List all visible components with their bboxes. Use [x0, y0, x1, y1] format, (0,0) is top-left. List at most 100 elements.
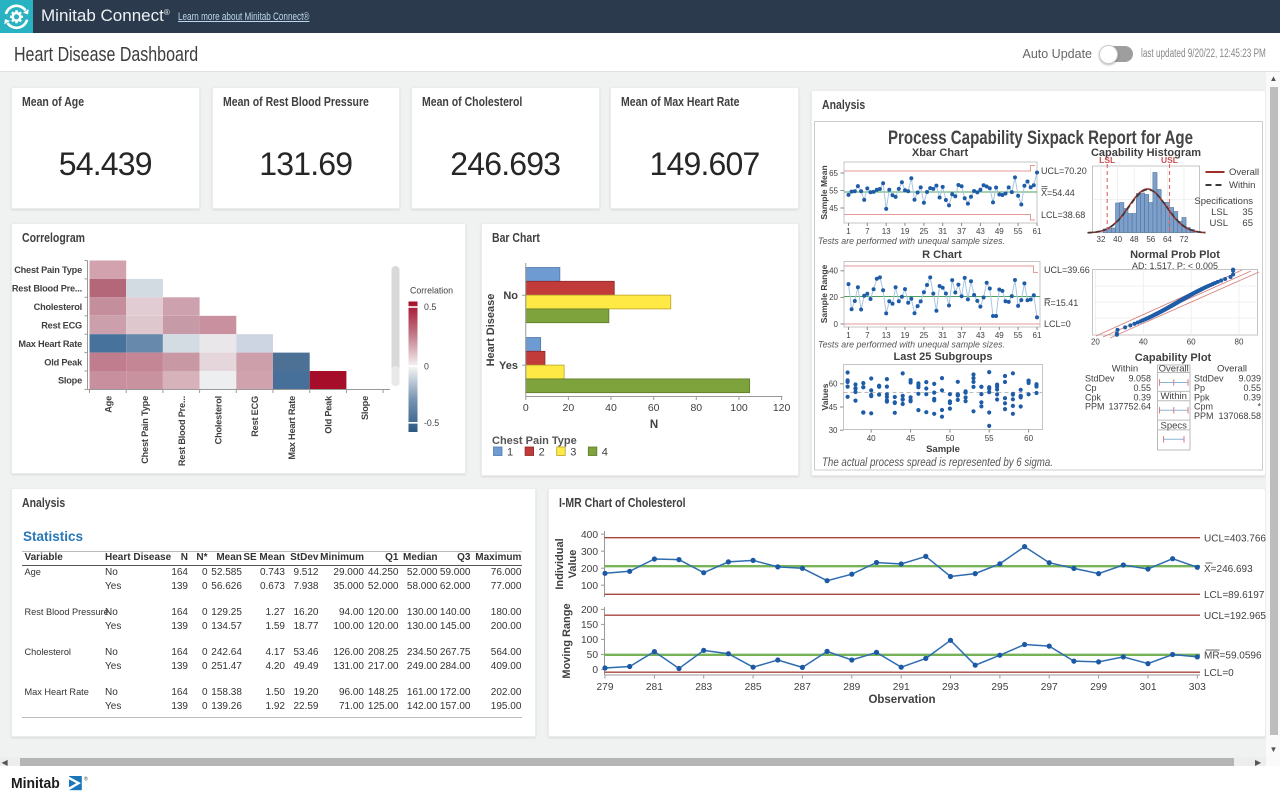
svg-text:55: 55	[1014, 227, 1023, 236]
svg-text:®: ®	[84, 776, 88, 783]
svg-text:80: 80	[690, 402, 702, 414]
svg-text:120: 120	[773, 402, 791, 414]
svg-text:Rest ECG: Rest ECG	[250, 396, 260, 437]
svg-text:Process Capability Sixpack Rep: Process Capability Sixpack Report for Ag…	[888, 128, 1193, 149]
svg-text:297: 297	[1041, 682, 1058, 693]
svg-text:303: 303	[1189, 682, 1206, 693]
svg-text:60: 60	[648, 402, 660, 414]
svg-text:R Chart: R Chart	[922, 249, 962, 261]
svg-text:50: 50	[945, 434, 954, 443]
svg-text:80: 80	[1235, 338, 1244, 347]
svg-text:LCL=0: LCL=0	[1044, 319, 1071, 329]
svg-text:61: 61	[1033, 227, 1042, 236]
svg-text:Max Heart Rate: Max Heart Rate	[287, 396, 297, 460]
svg-text:LSL: LSL	[1099, 155, 1115, 165]
svg-text:7: 7	[865, 227, 870, 236]
svg-text:56: 56	[1146, 235, 1155, 244]
svg-text:UCL=39.66: UCL=39.66	[1044, 265, 1090, 275]
svg-text:137752.64: 137752.64	[1108, 402, 1151, 412]
svg-text:Max Heart Rate: Max Heart Rate	[18, 339, 82, 349]
svg-text:Old Peak: Old Peak	[324, 395, 334, 434]
svg-text:48: 48	[1130, 235, 1139, 244]
svg-text:Slope: Slope	[58, 376, 82, 386]
svg-text:Old Peak: Old Peak	[44, 357, 83, 367]
svg-text:45: 45	[829, 403, 838, 412]
svg-text:60: 60	[829, 380, 838, 389]
svg-text:R=15.41: R=15.41	[1044, 298, 1078, 308]
svg-text:287: 287	[794, 682, 811, 693]
svg-text:Within: Within	[1160, 391, 1186, 402]
svg-text:1: 1	[507, 447, 513, 459]
svg-text:Within: Within	[1229, 180, 1255, 191]
svg-text:40: 40	[867, 434, 876, 443]
svg-text:72: 72	[1180, 235, 1189, 244]
svg-text:Overall: Overall	[1229, 167, 1259, 178]
svg-text:55: 55	[829, 186, 838, 195]
svg-text:Cholesterol: Cholesterol	[214, 396, 224, 444]
svg-text:Last 25 Subgroups: Last 25 Subgroups	[893, 351, 992, 363]
svg-text:X=54.44: X=54.44	[1041, 188, 1075, 198]
svg-text:0: 0	[592, 665, 598, 676]
svg-text:200: 200	[581, 605, 598, 616]
svg-text:Heart Disease: Heart Disease	[485, 294, 497, 367]
svg-text:Chest Pain Type: Chest Pain Type	[140, 396, 150, 464]
svg-text:3: 3	[570, 447, 576, 459]
svg-text:19: 19	[901, 227, 910, 236]
svg-text:Tests are performed with unequ: Tests are performed with unequal sample …	[818, 236, 1005, 247]
svg-text:40: 40	[1113, 235, 1122, 244]
svg-text:100: 100	[730, 402, 748, 414]
svg-text:Capability Plot: Capability Plot	[1135, 352, 1212, 364]
svg-text:64: 64	[1163, 235, 1172, 244]
svg-text:55: 55	[1014, 331, 1023, 340]
svg-text:43: 43	[976, 227, 985, 236]
svg-text:Xbar Chart: Xbar Chart	[912, 147, 969, 159]
svg-text:Value: Value	[567, 550, 579, 579]
svg-text:UCL=403.766: UCL=403.766	[1204, 534, 1266, 545]
svg-text:61: 61	[1033, 331, 1042, 340]
svg-text:137068.58: 137068.58	[1218, 411, 1261, 421]
svg-text:200: 200	[581, 564, 598, 575]
svg-text:Moving Range: Moving Range	[561, 603, 573, 678]
svg-text:Individual: Individual	[554, 538, 566, 589]
svg-text:49: 49	[995, 227, 1004, 236]
svg-text:0: 0	[523, 402, 529, 414]
svg-text:0.5: 0.5	[424, 302, 436, 312]
svg-text:Chest Pain Type: Chest Pain Type	[492, 435, 577, 447]
svg-text:285: 285	[745, 682, 762, 693]
svg-text:USL: USL	[1161, 155, 1178, 165]
svg-text:Sample Mean: Sample Mean	[819, 165, 829, 219]
svg-text:LSL: LSL	[1211, 207, 1228, 218]
svg-text:37: 37	[957, 227, 966, 236]
svg-text:4: 4	[602, 447, 608, 459]
svg-text:291: 291	[893, 682, 910, 693]
svg-text:-0.5: -0.5	[424, 418, 439, 428]
svg-text:PPM: PPM	[1194, 411, 1214, 421]
svg-text:289: 289	[843, 682, 860, 693]
svg-text:LCL=89.6197: LCL=89.6197	[1204, 590, 1265, 601]
svg-text:UCL=70.20: UCL=70.20	[1041, 166, 1087, 176]
svg-text:32: 32	[1097, 235, 1106, 244]
svg-text:13: 13	[882, 227, 891, 236]
svg-text:60: 60	[1187, 338, 1196, 347]
svg-text:Rest ECG: Rest ECG	[41, 321, 82, 331]
svg-text:MR=59.0596: MR=59.0596	[1204, 651, 1262, 662]
svg-text:31: 31	[938, 227, 947, 236]
svg-text:40: 40	[1139, 338, 1148, 347]
svg-text:2: 2	[539, 447, 545, 459]
svg-text:293: 293	[942, 682, 959, 693]
svg-text:Sample Range: Sample Range	[819, 264, 829, 323]
svg-text:50: 50	[587, 650, 599, 661]
svg-text:X=246.693: X=246.693	[1204, 564, 1253, 575]
svg-text:Rest Blood Pre...: Rest Blood Pre...	[12, 284, 82, 294]
svg-text:N: N	[650, 419, 658, 431]
svg-text:Values: Values	[820, 383, 830, 410]
svg-text:60: 60	[1024, 434, 1033, 443]
svg-text:Specs: Specs	[1160, 421, 1187, 432]
svg-text:Observation: Observation	[868, 694, 935, 706]
svg-text:LCL=38.68: LCL=38.68	[1041, 210, 1085, 220]
svg-text:299: 299	[1090, 682, 1107, 693]
svg-text:Correlation: Correlation	[410, 286, 453, 296]
svg-text:LCL=0: LCL=0	[1204, 668, 1234, 679]
svg-text:45: 45	[906, 434, 915, 443]
svg-text:40: 40	[605, 402, 617, 414]
